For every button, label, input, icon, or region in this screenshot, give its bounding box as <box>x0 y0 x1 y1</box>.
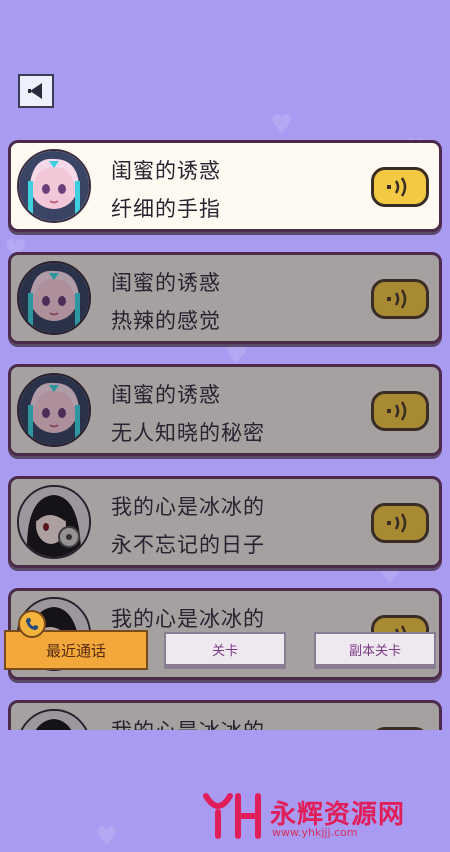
avatar <box>17 709 91 730</box>
sound-wave-icon <box>387 177 407 197</box>
call-card[interactable]: 闺蜜的诱惑纤细的手指 <box>8 140 442 232</box>
play-voice-button[interactable] <box>371 167 429 207</box>
back-arrow-icon <box>28 83 42 99</box>
back-button[interactable] <box>18 74 54 108</box>
call-subtitle: 无人知晓的秘密 <box>111 421 265 445</box>
sound-wave-icon <box>387 401 407 421</box>
call-subtitle: 永不忘记的日子 <box>111 533 265 557</box>
call-card[interactable]: 闺蜜的诱惑无人知晓的秘密 <box>8 364 442 456</box>
call-subtitle: 热辣的感觉 <box>111 309 221 333</box>
tab-levels[interactable]: 关卡 <box>164 632 286 666</box>
tab-dungeon-label: 副本关卡 <box>348 643 401 659</box>
tab-dungeon-levels[interactable]: 副本关卡 <box>314 632 436 666</box>
call-title: 我的心是冰冰的 <box>111 495 265 519</box>
sound-wave-icon <box>387 513 407 533</box>
call-title: 闺蜜的诱惑 <box>111 383 221 407</box>
watermark-logo <box>203 793 261 839</box>
avatar <box>17 485 91 559</box>
avatar <box>17 261 91 335</box>
call-title: 闺蜜的诱惑 <box>111 159 221 183</box>
play-voice-button[interactable] <box>371 279 429 319</box>
heart-icon: ♥ <box>95 822 119 852</box>
bottom-tabbar: 最近通话 关卡 副本关卡 <box>0 610 450 672</box>
phone-icon <box>18 610 46 638</box>
call-card[interactable]: 我的心是冰冰的 <box>8 700 442 730</box>
call-card[interactable]: 闺蜜的诱惑热辣的感觉 <box>8 252 442 344</box>
heart-icon: ♥ <box>270 110 294 140</box>
tab-levels-label: 关卡 <box>211 643 238 659</box>
tab-recent-label: 最近通话 <box>45 641 106 660</box>
play-voice-button[interactable] <box>371 391 429 431</box>
call-title: 闺蜜的诱惑 <box>111 271 221 295</box>
tab-recent-calls[interactable]: 最近通话 <box>4 610 148 670</box>
call-subtitle: 纤细的手指 <box>111 197 221 221</box>
avatar <box>17 149 91 223</box>
call-card[interactable]: 我的心是冰冰的 永不忘记的日子 <box>8 476 442 568</box>
call-title: 我的心是冰冰的 <box>111 715 265 730</box>
sound-wave-icon <box>387 289 407 309</box>
avatar <box>17 373 91 447</box>
watermark: 永辉资源网 www.yhkjjj.com <box>200 790 440 842</box>
play-voice-button[interactable] <box>371 727 429 730</box>
watermark-url: www.yhkjjj.com <box>272 826 358 839</box>
play-voice-button[interactable] <box>371 503 429 543</box>
